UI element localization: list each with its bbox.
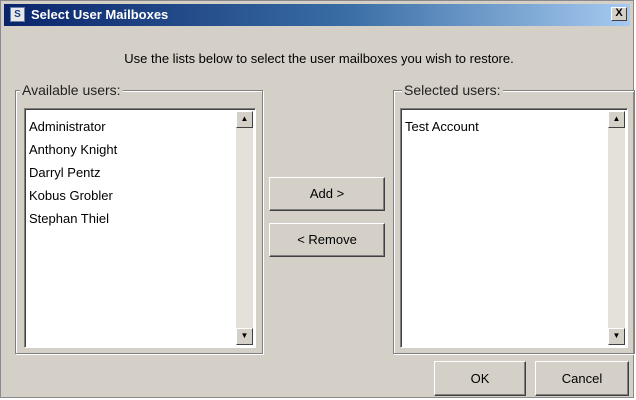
available-users-items: Administrator Anthony Knight Darryl Pent… [29, 115, 117, 230]
scroll-up-icon[interactable]: ▲ [608, 111, 625, 128]
ok-button[interactable]: OK [434, 361, 526, 396]
selected-users-label: Selected users: [402, 82, 503, 98]
list-item[interactable]: Test Account [405, 115, 479, 138]
add-button[interactable]: Add > [269, 177, 385, 211]
selected-users-items: Test Account [405, 115, 479, 138]
list-item[interactable]: Anthony Knight [29, 138, 117, 161]
close-button[interactable]: X [611, 7, 627, 21]
cancel-button[interactable]: Cancel [535, 361, 629, 396]
app-icon: S [10, 7, 25, 22]
list-item[interactable]: Stephan Thiel [29, 207, 117, 230]
available-users-group: Available users: Administrator Anthony K… [15, 82, 263, 354]
selected-scrollbar[interactable]: ▲ ▼ [608, 111, 625, 345]
available-users-label: Available users: [20, 82, 123, 98]
dialog-window: S Select User Mailboxes X Use the lists … [0, 0, 635, 398]
available-users-list[interactable]: Administrator Anthony Knight Darryl Pent… [24, 108, 256, 348]
scroll-down-icon[interactable]: ▼ [608, 328, 625, 345]
title-bar[interactable]: S Select User Mailboxes X [4, 4, 630, 26]
available-scrollbar[interactable]: ▲ ▼ [236, 111, 253, 345]
dialog-title: Select User Mailboxes [31, 7, 169, 22]
selected-users-list[interactable]: Test Account ▲ ▼ [400, 108, 628, 348]
scroll-down-icon[interactable]: ▼ [236, 328, 253, 345]
selected-users-group: Selected users: Test Account ▲ ▼ [393, 82, 635, 354]
scroll-up-icon[interactable]: ▲ [236, 111, 253, 128]
list-item[interactable]: Administrator [29, 115, 117, 138]
instruction-text: Use the lists below to select the user m… [124, 51, 514, 66]
remove-button[interactable]: < Remove [269, 223, 385, 257]
list-item[interactable]: Kobus Grobler [29, 184, 117, 207]
list-item[interactable]: Darryl Pentz [29, 161, 117, 184]
